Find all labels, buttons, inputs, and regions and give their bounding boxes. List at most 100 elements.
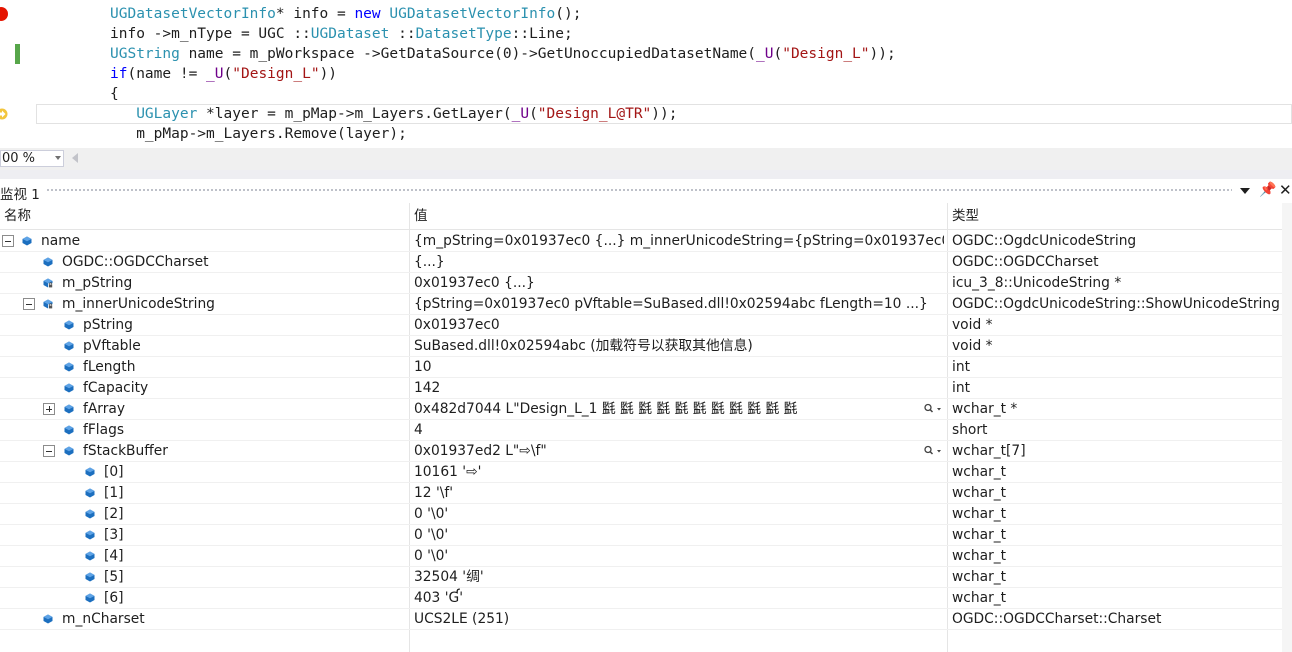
watch-item-value[interactable]: 12 '\f' <box>414 483 944 504</box>
watch-item-value[interactable]: {...} <box>414 252 944 273</box>
watch-row[interactable]: [2] 0 '\0' wchar_t <box>0 504 1282 525</box>
code-token: name = m_pWorkspace ->GetDataSource(0)->… <box>179 46 757 62</box>
watch-item-value[interactable]: 0 '\0' <box>414 525 944 546</box>
watch-row[interactable]: [5] 32504 '绸' wchar_t <box>0 567 1282 588</box>
watch-row[interactable]: [6] 403 'Ɠ' wchar_t <box>0 588 1282 609</box>
watch-cell-name: fStackBuffer <box>0 441 409 462</box>
field-icon <box>43 614 53 624</box>
panel-splitter[interactable] <box>0 170 1292 179</box>
watch-row[interactable]: m_innerUnicodeString {pString=0x01937ec0 … <box>0 294 1282 315</box>
code-token: )); <box>869 46 896 62</box>
collapse-icon[interactable] <box>43 445 55 457</box>
watch-item-value[interactable]: 10161 '⇨' <box>414 462 944 483</box>
watch-row[interactable]: fLength 10 int <box>0 357 1282 378</box>
watch-row[interactable]: [4] 0 '\0' wchar_t <box>0 546 1282 567</box>
private-field-icon <box>43 299 53 309</box>
column-header-name[interactable]: 名称 <box>0 203 409 230</box>
value-text: 0x01937ec0 {...} <box>414 275 535 291</box>
expand-icon[interactable] <box>43 403 55 415</box>
scroll-left-icon[interactable] <box>72 153 78 163</box>
watch-item-value[interactable]: 142 <box>414 378 944 399</box>
watch-panel-title-bar[interactable]: 监视 1 <box>0 179 1292 203</box>
field-icon <box>64 341 74 351</box>
watch-item-value[interactable]: 0x01937ec0 {...} <box>414 273 944 294</box>
watch-row[interactable]: pString 0x01937ec0 void * <box>0 315 1282 336</box>
editor-glyph-margin[interactable] <box>0 0 24 148</box>
watch-row[interactable]: [1] 12 '\f' wchar_t <box>0 483 1282 504</box>
watch-item-value[interactable]: 10 <box>414 357 944 378</box>
code-token: new <box>354 6 381 22</box>
collapse-icon[interactable] <box>23 298 35 310</box>
code-token: DatasetType <box>415 26 512 42</box>
watch-item-name: fCapacity <box>83 380 149 396</box>
code-token: _U <box>206 66 224 82</box>
zoom-dropdown[interactable]: 00 % <box>0 150 64 167</box>
watch-row[interactable]: fArray 0x482d7044 L"Design_L_1 㲯 㲯 㲯 㲯 㲯 … <box>0 399 1282 420</box>
code-token: UGString <box>110 46 180 62</box>
code-token: "Design_L@TR" <box>537 106 652 122</box>
field-icon <box>64 446 74 456</box>
watch-item-type: wchar_t * <box>952 401 1018 417</box>
watch-item-value[interactable]: {pString=0x01937ec0 pVftable=SuBased.dll… <box>414 294 944 315</box>
watch-cell-name: [1] <box>0 483 409 504</box>
watch-row[interactable]: fFlags 4 short <box>0 420 1282 441</box>
column-header-value[interactable]: 值 <box>410 203 947 230</box>
code-token: UGDatasetVectorInfo <box>110 6 276 22</box>
watch-row[interactable]: [3] 0 '\0' wchar_t <box>0 525 1282 546</box>
watch-item-value[interactable]: 403 'Ɠ' <box>414 588 944 609</box>
collapse-icon[interactable] <box>2 235 14 247</box>
close-icon[interactable]: ✕ <box>1279 183 1292 198</box>
field-icon <box>85 593 95 603</box>
column-header-type[interactable]: 类型 <box>948 203 1282 230</box>
watch-row[interactable]: OGDC::OGDCCharset {...} OGDC::OGDCCharset <box>0 252 1282 273</box>
title-grip[interactable] <box>46 188 1232 193</box>
window-menu-icon[interactable] <box>1240 188 1250 194</box>
watch-cell-name: name <box>0 231 409 252</box>
pin-icon[interactable]: 📌 <box>1259 183 1276 197</box>
watch-item-value[interactable]: 0x01937ec0 <box>414 315 944 336</box>
watch-item-name: fLength <box>83 359 136 375</box>
code-token: "Design_L" <box>782 46 870 62</box>
code-line[interactable]: UGDatasetVectorInfo* info = new UGDatase… <box>110 4 581 24</box>
watch-item-value[interactable]: 0x01937ed2 L"⇨\f" <box>414 441 944 462</box>
code-line[interactable]: info ->m_nType = UGC ::UGDataset ::Datas… <box>110 24 573 44</box>
watch-item-value[interactable]: 0x482d7044 L"Design_L_1 㲯 㲯 㲯 㲯 㲯 㲯 㲯 㲯 … <box>414 399 944 420</box>
watch-item-value[interactable]: 4 <box>414 420 944 441</box>
watch-row[interactable]: [0] 10161 '⇨' wchar_t <box>0 462 1282 483</box>
value-text: 0 '\0' <box>414 548 449 564</box>
watch-item-value[interactable]: 32504 '绸' <box>414 567 944 588</box>
code-line[interactable]: UGLayer *layer = m_pMap->m_Layers.GetLay… <box>110 104 677 124</box>
value-text: SuBased.dll!0x02594abc (加载符号以获取其他信息) <box>414 338 753 354</box>
field-icon <box>64 383 74 393</box>
vertical-scrollbar[interactable] <box>1282 203 1292 652</box>
field-icon <box>22 236 32 246</box>
watch-cell-name: m_nCharset <box>0 609 409 630</box>
code-line[interactable]: { <box>110 84 119 104</box>
private-field-icon <box>43 278 53 288</box>
code-editor[interactable]: UGDatasetVectorInfo* info = new UGDatase… <box>0 0 1292 148</box>
watch-item-value[interactable]: SuBased.dll!0x02594abc (加载符号以获取其他信息) <box>414 336 944 357</box>
watch-item-name: [5] <box>104 569 124 585</box>
code-token: (); <box>555 6 582 22</box>
code-token: m_pMap->m_Layers.Remove(layer); <box>110 126 407 142</box>
watch-row[interactable]: m_pString 0x01937ec0 {...} icu_3_8::Unicod… <box>0 273 1282 294</box>
watch-item-value[interactable]: 0 '\0' <box>414 504 944 525</box>
watch-item-value[interactable]: UCS2LE (251) <box>414 609 944 630</box>
chevron-down-icon[interactable] <box>55 156 61 160</box>
breakpoint-icon[interactable] <box>0 7 8 21</box>
value-text: UCS2LE (251) <box>414 611 510 627</box>
watch-item-type: wchar_t <box>952 527 1007 543</box>
value-text: 0x482d7044 L"Design_L_1 㲯 㲯 㲯 㲯 㲯 㲯 㲯 㲯 … <box>414 401 798 417</box>
watch-row[interactable]: fCapacity 142 int <box>0 378 1282 399</box>
code-line[interactable]: m_pMap->m_Layers.Remove(layer); <box>110 124 407 144</box>
code-token: _U <box>511 106 530 122</box>
watch-cell-name: [6] <box>0 588 409 609</box>
watch-row[interactable]: name {m_pString=0x01937ec0 {...} m_innerU… <box>0 231 1282 252</box>
watch-item-value[interactable]: {m_pString=0x01937ec0 {...} m_innerUnico… <box>414 231 944 252</box>
watch-row[interactable]: fStackBuffer 0x01937ed2 L"⇨\f" wchar_t[7] <box>0 441 1282 462</box>
code-line[interactable]: if(name != _U("Design_L")) <box>110 64 337 84</box>
watch-row[interactable]: pVftable SuBased.dll!0x02594abc (加载符号以获取其… <box>0 336 1282 357</box>
watch-row[interactable]: m_nCharset UCS2LE (251) OGDC::OGDCCharset:… <box>0 609 1282 630</box>
code-line[interactable]: UGString name = m_pWorkspace ->GetDataSo… <box>110 44 896 64</box>
watch-item-value[interactable]: 0 '\0' <box>414 546 944 567</box>
